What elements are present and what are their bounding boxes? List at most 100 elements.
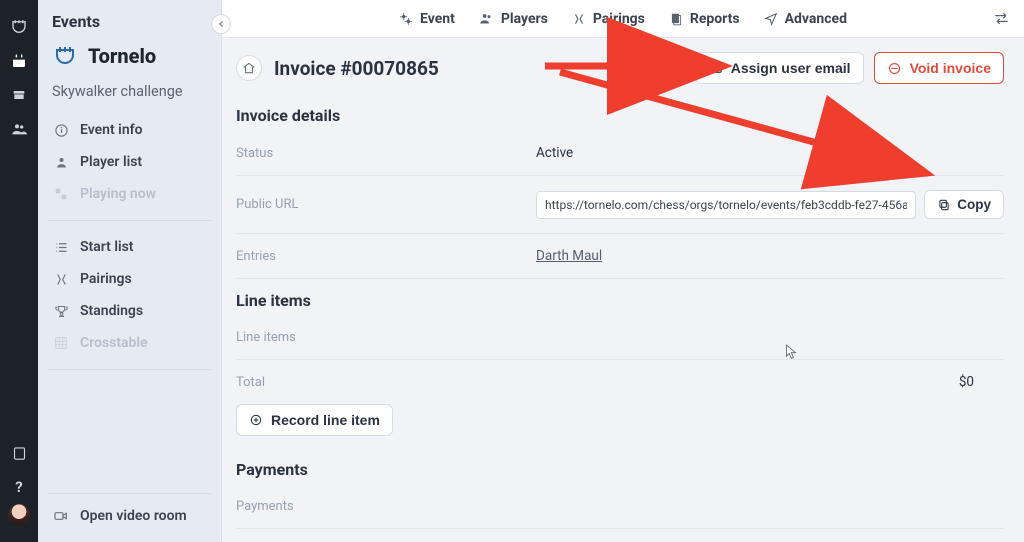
list-icon <box>52 240 70 255</box>
label-public-url: Public URL <box>236 197 536 212</box>
nav-label: Standings <box>80 303 143 319</box>
nav-separator <box>48 220 211 221</box>
tab-reports[interactable]: Reports <box>669 11 740 27</box>
nav-crosstable: Crosstable <box>38 327 221 359</box>
button-label: Record line item <box>271 412 380 428</box>
main: Event Players Pairings Reports Advanced <box>222 0 1024 542</box>
row-public-url: Public URL Copy <box>236 176 1004 234</box>
plus-circle-icon <box>249 413 263 427</box>
row-status: Status Active <box>236 131 1004 176</box>
app-rail: ? <box>0 0 38 542</box>
copy-icon <box>937 198 951 212</box>
nav-open-video-room[interactable]: Open video room <box>38 500 221 532</box>
content: Invoice #00070865 Assign user email Void… <box>222 38 1024 542</box>
nav-label: Open video room <box>80 508 187 524</box>
info-icon <box>52 123 70 138</box>
button-label: Copy <box>957 197 991 212</box>
nav-standings[interactable]: Standings <box>38 295 221 327</box>
record-line-item-button[interactable]: Record line item <box>236 404 393 436</box>
label-entries: Entries <box>236 249 536 264</box>
crosstable-icon <box>52 336 70 350</box>
void-invoice-button[interactable]: Void invoice <box>874 52 1004 84</box>
tab-players[interactable]: Players <box>479 11 548 27</box>
row-entries: Entries Darth Maul <box>236 234 1004 279</box>
nav-label: Pairings <box>80 271 132 287</box>
entry-link[interactable]: Darth Maul <box>536 248 602 264</box>
advanced-icon <box>764 12 778 26</box>
label-total: Total <box>236 375 536 390</box>
row-total-paid: Total paid $0 <box>236 529 1004 542</box>
nav-pairings[interactable]: Pairings <box>38 263 221 295</box>
nav-start-list[interactable]: Start list <box>38 231 221 263</box>
void-icon <box>887 61 902 76</box>
swap-icon[interactable] <box>993 0 1010 37</box>
sidebar: Events Tornelo Skywalker challenge Event… <box>38 0 222 542</box>
rail-people-icon[interactable] <box>0 112 38 146</box>
tab-label: Event <box>420 11 455 27</box>
avatar[interactable] <box>8 504 30 526</box>
section-invoice-details: Invoice details <box>236 94 1004 131</box>
event-name[interactable]: Skywalker challenge <box>38 79 221 110</box>
label-payments: Payments <box>236 499 536 514</box>
topbar: Event Players Pairings Reports Advanced <box>222 0 1024 38</box>
label-status: Status <box>236 146 536 161</box>
tabs: Event Players Pairings Reports Advanced <box>399 11 847 27</box>
sidebar-collapse-button[interactable] <box>211 14 231 34</box>
nav-label: Start list <box>80 239 134 255</box>
nav-label: Playing now <box>80 186 156 202</box>
page-title: Invoice #00070865 <box>274 57 439 80</box>
pairings-icon <box>572 12 586 26</box>
org-name: Tornelo <box>88 44 156 68</box>
titlebar: Invoice #00070865 Assign user email Void… <box>236 38 1004 94</box>
label-line-items: Line items <box>236 330 536 345</box>
rail-archive-icon[interactable] <box>0 78 38 112</box>
tab-advanced[interactable]: Advanced <box>764 11 847 27</box>
row-line-items: Line items <box>236 316 1004 360</box>
row-payments: Payments <box>236 485 1004 529</box>
rail-help-icon[interactable]: ? <box>0 470 38 504</box>
nav-separator <box>48 369 211 370</box>
nav-player-list[interactable]: Player list <box>38 146 221 178</box>
assign-user-email-button[interactable]: Assign user email <box>695 52 864 84</box>
reports-icon <box>669 12 683 26</box>
board-icon <box>52 187 70 201</box>
button-label: Void invoice <box>910 60 991 76</box>
section-payments: Payments <box>236 448 1004 485</box>
nav-label: Crosstable <box>80 335 148 351</box>
copy-button[interactable]: Copy <box>924 190 1004 219</box>
button-label: Assign user email <box>731 60 851 76</box>
nav-group-2: Start list Pairings Standings Crosstable <box>38 227 221 363</box>
gear-icon <box>399 12 413 26</box>
tab-label: Players <box>501 11 548 27</box>
tab-label: Reports <box>690 11 740 27</box>
value-total: $0 <box>536 374 1004 390</box>
tab-label: Pairings <box>593 11 645 27</box>
trophy-icon <box>52 304 70 319</box>
nav-label: Player list <box>80 154 142 170</box>
sidebar-title: Events <box>38 10 221 37</box>
rail-docs-icon[interactable] <box>0 436 38 470</box>
players-icon <box>479 11 494 26</box>
home-button[interactable] <box>236 55 262 81</box>
nav-label: Event info <box>80 122 143 138</box>
pairings-icon <box>52 272 70 287</box>
public-url-input[interactable] <box>536 191 916 219</box>
rail-events-icon[interactable] <box>0 44 38 78</box>
video-icon <box>52 508 70 524</box>
nav-event-info[interactable]: Event info <box>38 114 221 146</box>
nav-playing-now: Playing now <box>38 178 221 210</box>
nav-group-1: Event info Player list Playing now <box>38 110 221 214</box>
org-row[interactable]: Tornelo <box>38 37 221 79</box>
tab-label: Advanced <box>785 11 847 27</box>
mail-icon <box>708 61 723 76</box>
value-status: Active <box>536 145 1004 161</box>
row-total: Total $0 <box>236 360 1004 404</box>
nav-separator <box>48 493 211 494</box>
rail-logo-icon[interactable] <box>0 10 38 44</box>
title-actions: Assign user email Void invoice <box>695 52 1004 84</box>
tab-event[interactable]: Event <box>399 11 455 27</box>
tab-pairings[interactable]: Pairings <box>572 11 645 27</box>
person-icon <box>52 155 70 170</box>
org-logo-icon <box>52 43 78 69</box>
section-line-items: Line items <box>236 279 1004 316</box>
